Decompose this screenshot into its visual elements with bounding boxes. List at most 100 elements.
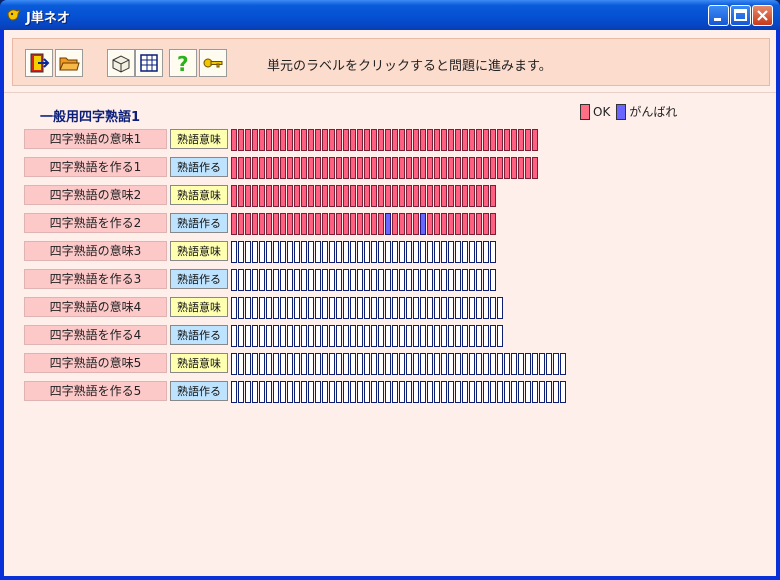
unit-label-button[interactable]: 四字熟語を作る2 xyxy=(24,213,167,233)
progress-cell-empty xyxy=(476,381,482,403)
unit-label-button[interactable]: 四字熟語を作る3 xyxy=(24,269,167,289)
progress-cell-ok xyxy=(532,157,538,179)
progress-cell-empty xyxy=(469,297,475,319)
progress-cell-ok xyxy=(497,157,503,179)
progress-cell-empty xyxy=(315,297,321,319)
maximize-button[interactable] xyxy=(730,5,751,26)
progress-cell-ok xyxy=(280,157,286,179)
grid-button[interactable] xyxy=(135,49,163,77)
unit-label-button[interactable]: 四字熟語を作る1 xyxy=(24,157,167,177)
progress-cell-empty xyxy=(231,269,237,291)
progress-cell-empty xyxy=(553,353,559,375)
progress-cell-ok xyxy=(427,185,433,207)
progress-cell-ok xyxy=(392,185,398,207)
help-button[interactable]: ? xyxy=(169,49,197,77)
progress-cell-empty xyxy=(455,325,461,347)
progress-cell-empty xyxy=(532,353,538,375)
progress-cell-empty xyxy=(539,353,545,375)
close-icon xyxy=(757,10,768,21)
progress-cell-empty xyxy=(252,297,258,319)
progress-cell-empty xyxy=(441,241,447,263)
progress-cell-ok xyxy=(476,185,482,207)
key-button[interactable] xyxy=(199,49,227,77)
progress-cell-empty xyxy=(308,269,314,291)
progress-cell-empty xyxy=(266,381,272,403)
progress-cell-empty xyxy=(392,241,398,263)
progress-cell-empty xyxy=(350,353,356,375)
progress-cell-empty xyxy=(350,381,356,403)
progress-cell-empty xyxy=(329,353,335,375)
progress-cell-ok xyxy=(273,129,279,151)
progress-cell-ok xyxy=(406,129,412,151)
progress-cell-empty xyxy=(287,353,293,375)
progress-cell-ok xyxy=(476,129,482,151)
progress-cell-empty xyxy=(483,241,489,263)
box-button[interactable] xyxy=(107,49,135,77)
minimize-button[interactable] xyxy=(708,5,729,26)
progress-cell-empty xyxy=(259,241,265,263)
unit-label-button[interactable]: 四字熟語の意味2 xyxy=(24,185,167,205)
progress-cell-empty xyxy=(364,269,370,291)
unit-label-button[interactable]: 四字熟語を作る5 xyxy=(24,381,167,401)
unit-label-button[interactable]: 四字熟語の意味4 xyxy=(24,297,167,317)
progress-cell-ok xyxy=(238,129,244,151)
progress-cell-ok xyxy=(483,185,489,207)
progress-cell-ok xyxy=(238,185,244,207)
progress-cell-empty xyxy=(413,269,419,291)
progress-cell-empty xyxy=(448,353,454,375)
progress-cell-empty xyxy=(476,297,482,319)
progress-cell-empty xyxy=(469,241,475,263)
unit-type-tag: 熟語作る xyxy=(170,381,228,401)
close-button[interactable] xyxy=(752,5,773,26)
progress-cell-empty xyxy=(490,381,496,403)
progress-cell-empty xyxy=(399,269,405,291)
progress-cell-empty xyxy=(273,325,279,347)
progress-cell-ok xyxy=(329,185,335,207)
progress-cell-ok xyxy=(273,157,279,179)
unit-label-button[interactable]: 四字熟語の意味1 xyxy=(24,129,167,149)
progress-cell-empty xyxy=(483,325,489,347)
progress-cell-ok xyxy=(371,157,377,179)
progress-cell-empty xyxy=(469,381,475,403)
progress-cell-ok xyxy=(427,157,433,179)
progress-cell-empty xyxy=(476,325,482,347)
open-button[interactable] xyxy=(55,49,83,77)
progress-cell-empty xyxy=(301,241,307,263)
unit-type-tag: 熟語意味 xyxy=(170,129,228,149)
progress-cell-empty xyxy=(350,325,356,347)
progress-cell-empty xyxy=(301,325,307,347)
progress-cell-empty xyxy=(294,241,300,263)
progress-cell-empty xyxy=(546,381,552,403)
progress-cell-empty xyxy=(441,297,447,319)
progress-cell-empty xyxy=(406,241,412,263)
progress-cell-empty xyxy=(518,381,524,403)
progress-cell-ok xyxy=(245,157,251,179)
progress-cell-empty xyxy=(322,297,328,319)
progress-cell-ok xyxy=(504,157,510,179)
progress-cell-empty xyxy=(441,353,447,375)
progress-cell-empty xyxy=(294,353,300,375)
progress-cell-empty xyxy=(280,297,286,319)
progress-cell-ok xyxy=(280,129,286,151)
progress-cell-ok xyxy=(245,185,251,207)
progress-cell-empty xyxy=(266,325,272,347)
window-title: J単ネオ xyxy=(26,11,70,26)
progress-cell-ok xyxy=(371,129,377,151)
progress-cell-ok xyxy=(434,129,440,151)
progress-cell-ok xyxy=(280,213,286,235)
unit-label-button[interactable]: 四字熟語の意味5 xyxy=(24,353,167,373)
progress-cell-ok xyxy=(427,213,433,235)
progress-cell-empty xyxy=(231,381,237,403)
exit-button[interactable] xyxy=(25,49,53,77)
progress-cell-empty xyxy=(420,297,426,319)
unit-label-button[interactable]: 四字熟語の意味3 xyxy=(24,241,167,261)
progress-cell-empty xyxy=(343,381,349,403)
toolbar: ? 単元のラベルをクリックすると問題に進みます。 xyxy=(12,38,770,86)
progress-cell-empty xyxy=(560,353,566,375)
progress-cell-ok xyxy=(399,213,405,235)
progress-cell-ok xyxy=(371,185,377,207)
progress-cell-ok xyxy=(301,213,307,235)
unit-label-button[interactable]: 四字熟語を作る4 xyxy=(24,325,167,345)
grid-icon xyxy=(140,54,158,72)
progress-cell-empty xyxy=(511,353,517,375)
